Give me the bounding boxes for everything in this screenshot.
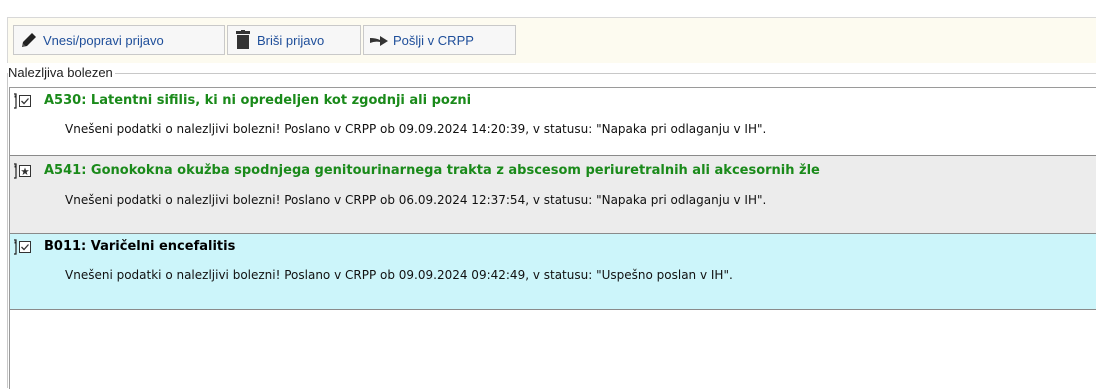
list-item-selected[interactable]: B011: Varičelni encefalitis Vnešeni poda… bbox=[10, 234, 1096, 310]
delete-report-label: Briši prijavo bbox=[257, 32, 325, 48]
pencil-icon bbox=[19, 30, 39, 50]
send-to-crpp-label: Pošlji v CRPP bbox=[393, 32, 474, 48]
list-item[interactable]: A530: Latentni sifilis, ki ni opredeljen… bbox=[10, 88, 1096, 156]
disease-list[interactable]: A530: Latentni sifilis, ki ni opredeljen… bbox=[9, 87, 1096, 389]
checkbox-checked-icon bbox=[12, 93, 34, 109]
disease-status: Vnešeni podatki o nalezljivi bolezni! Po… bbox=[65, 268, 733, 282]
checkbox-star-icon bbox=[12, 163, 34, 179]
trash-icon bbox=[233, 30, 253, 50]
disease-title: B011: Varičelni encefalitis bbox=[44, 239, 236, 254]
edit-report-button[interactable]: Vnesi/popravi prijavo bbox=[13, 25, 225, 55]
checkbox-checked-icon bbox=[12, 239, 34, 255]
send-to-crpp-button[interactable]: Pošlji v CRPP bbox=[363, 25, 516, 55]
list-item[interactable]: A541: Gonokokna okužba spodnjega genitou… bbox=[10, 156, 1096, 234]
arrow-right-icon bbox=[369, 30, 389, 50]
disease-status: Vnešeni podatki o nalezljivi bolezni! Po… bbox=[65, 193, 767, 207]
disease-title: A541: Gonokokna okužba spodnjega genitou… bbox=[44, 163, 820, 178]
delete-report-button[interactable]: Briši prijavo bbox=[227, 25, 361, 55]
toolbar: Vnesi/popravi prijavo Briši prijavo Pošl… bbox=[7, 17, 1096, 63]
edit-report-label: Vnesi/popravi prijavo bbox=[43, 32, 164, 48]
infectious-disease-group: Nalezljiva bolezen A530: Latentni sifili… bbox=[7, 65, 1096, 389]
group-legend: Nalezljiva bolezen bbox=[8, 65, 115, 80]
disease-title: A530: Latentni sifilis, ki ni opredeljen… bbox=[44, 93, 472, 108]
disease-status: Vnešeni podatki o nalezljivi bolezni! Po… bbox=[65, 122, 767, 136]
